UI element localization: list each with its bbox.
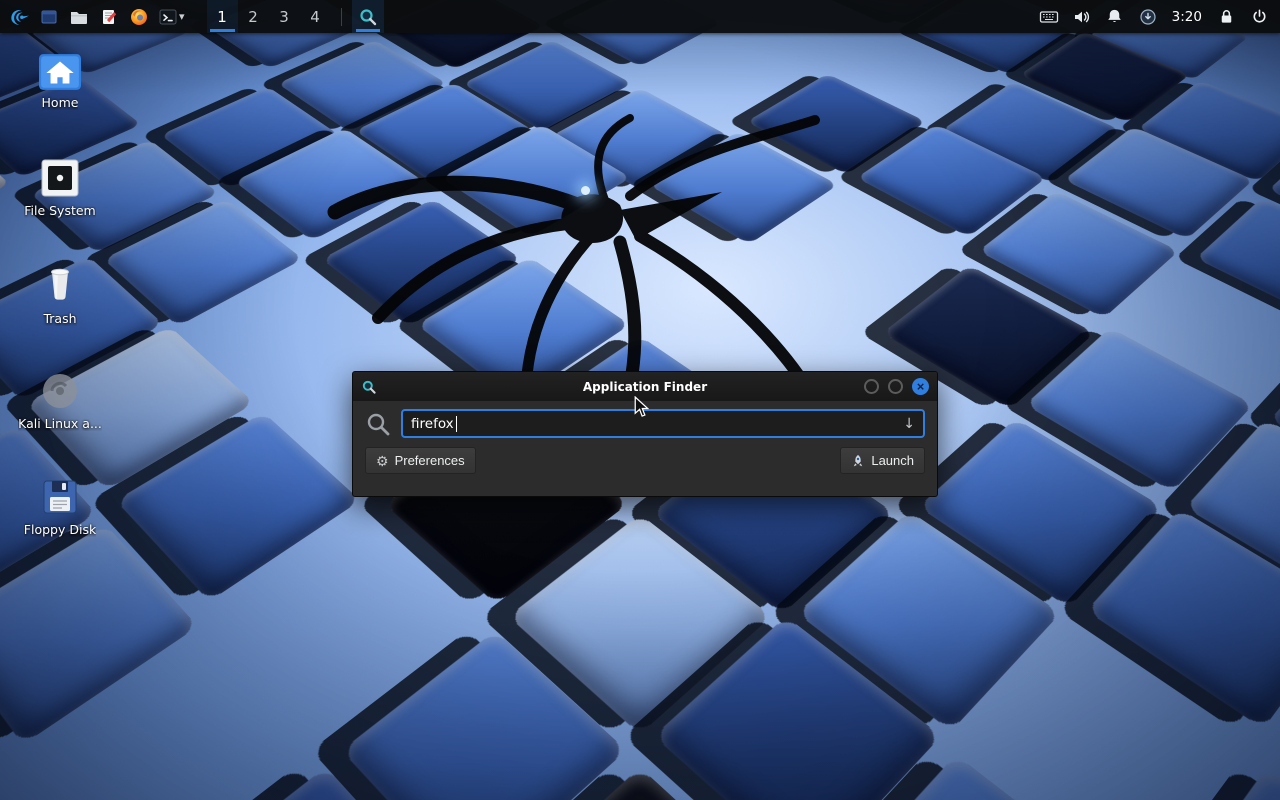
close-button[interactable]: ×	[912, 378, 929, 395]
window-title: Application Finder	[353, 380, 937, 394]
button-row: ⚙ Preferences Launch	[365, 447, 925, 474]
home-icon	[39, 54, 81, 90]
volume-icon[interactable]	[1069, 0, 1095, 33]
workspace-switcher: 1 2 3 4	[207, 0, 331, 33]
workspace-2-label: 2	[248, 8, 258, 26]
desktop-icon-floppy-disk[interactable]: Floppy Disk	[14, 477, 106, 537]
launch-button[interactable]: Launch	[840, 447, 925, 474]
text-caret	[456, 416, 458, 432]
workspace-1-label: 1	[217, 8, 227, 26]
wallpaper-glow-dot	[581, 186, 590, 195]
clock[interactable]: 3:20	[1168, 9, 1206, 25]
panel-right: 3:20	[1036, 0, 1280, 33]
file-manager-icon[interactable]	[64, 0, 94, 33]
desktop-icon-label: Kali Linux a...	[18, 416, 102, 431]
firefox-icon[interactable]	[124, 0, 154, 33]
desktop-icon-kali-linux[interactable]: Kali Linux a...	[14, 371, 106, 431]
maximize-button[interactable]	[888, 379, 903, 394]
desktop-icon-label: Trash	[43, 311, 76, 326]
search-input[interactable]: firefox ↓	[401, 409, 925, 438]
preferences-label: Preferences	[395, 453, 465, 468]
notifications-bell-icon[interactable]	[1102, 0, 1128, 33]
wallpaper-cube	[1164, 767, 1280, 800]
dropdown-arrow-icon[interactable]: ↓	[903, 416, 915, 432]
minimize-button[interactable]	[864, 379, 879, 394]
desktop-icon-trash[interactable]: Trash	[14, 264, 106, 326]
search-icon	[365, 411, 391, 437]
logout-icon[interactable]	[1246, 0, 1272, 33]
keyboard-icon[interactable]	[1036, 0, 1062, 33]
titlebar[interactable]: Application Finder ×	[353, 372, 937, 401]
top-panel: ▾ 1 2 3 4	[0, 0, 1280, 33]
taskbar-app-finder[interactable]	[352, 0, 384, 33]
search-input-value: firefox	[411, 416, 454, 432]
panel-separator	[341, 8, 342, 26]
search-row: firefox ↓	[365, 409, 925, 438]
floppy-disk-icon	[40, 477, 80, 517]
status-circle-icon[interactable]	[1135, 0, 1161, 33]
desktop-icon-label: File System	[24, 203, 96, 218]
preferences-button[interactable]: ⚙ Preferences	[365, 447, 476, 474]
workspace-2[interactable]: 2	[238, 0, 269, 33]
chevron-down-icon: ▾	[179, 10, 185, 23]
dialog-body: firefox ↓ ⚙ Preferences Launch	[353, 401, 937, 496]
workspace-1[interactable]: 1	[207, 0, 238, 33]
desktop-icon-label: Home	[42, 95, 79, 110]
application-finder-window: Application Finder × firefox ↓ ⚙ Prefere…	[352, 371, 938, 497]
workspace-4[interactable]: 4	[300, 0, 331, 33]
launch-label: Launch	[871, 453, 914, 468]
workspace-3-label: 3	[279, 8, 289, 26]
terminal-launcher[interactable]: ▾	[154, 0, 189, 33]
trash-icon	[40, 264, 80, 306]
app-finder-icon	[358, 7, 378, 27]
wallpaper-cube	[0, 773, 118, 800]
launch-icon	[851, 454, 865, 468]
panel-left: ▾ 1 2 3 4	[0, 0, 384, 33]
text-editor-icon[interactable]	[94, 0, 124, 33]
desktop-icon-home[interactable]: Home	[14, 54, 106, 110]
kali-disk-icon	[40, 371, 80, 411]
screen-lock-icon[interactable]	[1213, 0, 1239, 33]
desktop-icon-file-system[interactable]: File System	[14, 158, 106, 218]
app-finder-window-icon	[361, 379, 377, 395]
workspace-3[interactable]: 3	[269, 0, 300, 33]
gear-icon: ⚙	[376, 454, 389, 468]
window-icon[interactable]	[34, 0, 64, 33]
window-buttons: ×	[864, 378, 929, 395]
file-system-icon	[40, 158, 80, 198]
terminal-icon	[158, 7, 178, 27]
desktop-icon-label: Floppy Disk	[24, 522, 96, 537]
kali-menu-icon[interactable]	[4, 0, 34, 33]
workspace-4-label: 4	[310, 8, 320, 26]
